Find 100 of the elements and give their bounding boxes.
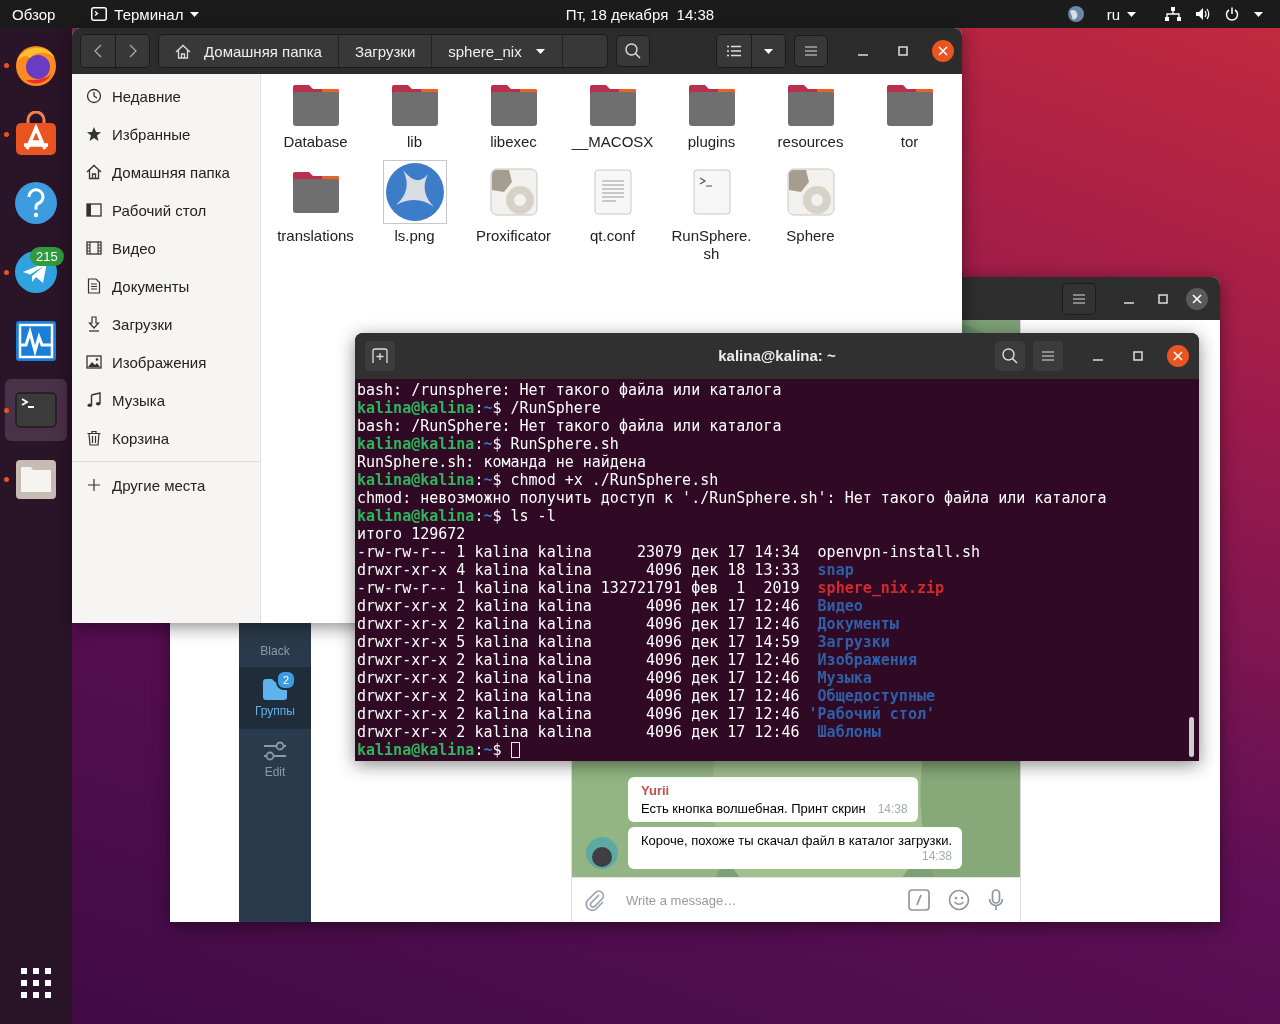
shopping-bag-icon — [13, 111, 59, 157]
file-item[interactable]: libexec — [464, 77, 563, 151]
message-text: Есть кнопка волшебная. Принт скрин — [641, 801, 866, 816]
paperclip-icon — [584, 889, 606, 911]
file-item[interactable]: Sphere — [761, 157, 860, 263]
terminal-line: bash: /RunSphere: Нет такого файла или каталога — [357, 417, 782, 435]
script-file-icon — [692, 169, 731, 215]
message-time: 14:38 — [922, 849, 953, 863]
text-file-icon — [593, 169, 632, 215]
forward-button[interactable] — [115, 35, 149, 67]
file-item[interactable]: Database — [266, 77, 365, 151]
path-segment[interactable]: sphere_nix — [432, 35, 563, 67]
search-icon — [1002, 348, 1018, 364]
terminal-line: kalina@kalina:~$ chmod +x ./RunSphere.sh — [357, 471, 719, 489]
sidebar-item[interactable]: Рабочий стол — [72, 191, 260, 229]
file-item[interactable]: plugins — [662, 77, 761, 151]
terminal-line: -rw-rw-r-- 1 kalina kalina 23079 дек 17 14:34 openvpn-install.sh — [357, 543, 981, 561]
clock[interactable]: Пт, 18 декабря 14:38 — [559, 1, 721, 27]
folder-tab[interactable]: Edit — [239, 729, 311, 791]
minimize-icon — [858, 54, 868, 56]
path-segment[interactable]: Загрузки — [338, 35, 433, 67]
activities-button[interactable]: Обзор — [6, 1, 62, 27]
network-icon — [1165, 7, 1181, 21]
file-item[interactable]: Proxificator — [464, 157, 563, 263]
folder-icon — [291, 170, 340, 214]
file-item[interactable]: __MACOSX — [563, 77, 662, 151]
list-view-button[interactable] — [717, 35, 751, 67]
new-tab-button[interactable] — [365, 341, 395, 371]
menu-icon — [1072, 292, 1086, 305]
file-item[interactable]: resources — [761, 77, 860, 151]
folder-icon — [291, 83, 340, 127]
file-item[interactable]: ls.png — [365, 157, 464, 263]
file-item[interactable]: lib — [365, 77, 464, 151]
caret-icon — [189, 9, 201, 19]
menu-icon — [804, 45, 818, 57]
scrollbar[interactable] — [1189, 717, 1194, 757]
unread-count: 2 — [276, 670, 296, 690]
file-item[interactable]: RunSphere.sh — [662, 157, 761, 263]
sidebar-item[interactable]: Музыка — [72, 381, 260, 419]
menu-button[interactable] — [1062, 282, 1096, 315]
sidebar-item[interactable]: Избранные — [72, 115, 260, 153]
sidebar-item[interactable]: Изображения — [72, 343, 260, 381]
file-item[interactable]: tor — [860, 77, 959, 151]
sidebar-item[interactable]: Документы — [72, 267, 260, 305]
view-options-button[interactable] — [751, 35, 785, 67]
terminal-line: drwxr-xr-x 2 kalina kalina 4096 дек 17 12:46 Изображения — [357, 651, 917, 669]
maximize-icon — [898, 46, 908, 56]
sliders-icon — [263, 741, 287, 761]
terminal-line: drwxr-xr-x 4 kalina kalina 4096 дек 18 13:33 snap — [357, 561, 854, 579]
sidebar-item[interactable]: Корзина — [72, 419, 260, 457]
terminal-line: kalina@kalina:~$ /RunSphere — [357, 399, 601, 417]
music-note-icon — [86, 392, 102, 408]
home-icon — [175, 43, 191, 59]
power-icon — [1225, 7, 1239, 21]
terminal-line: drwxr-xr-x 2 kalina kalina 4096 дек 17 12:46 Общедоступные — [357, 687, 935, 705]
file-item[interactable]: qt.conf — [563, 157, 662, 263]
menu-button[interactable] — [794, 35, 828, 67]
terminal-line: итого 129672 — [357, 525, 466, 543]
menu-button[interactable] — [1033, 341, 1063, 371]
terminal-line: chmod: невозможно получить доступ к './RunSphere.sh': Нет такого файла или каталога — [357, 489, 1107, 507]
language-menu[interactable]: ru — [1100, 1, 1143, 27]
maximize-icon — [1133, 351, 1143, 361]
folder-tab[interactable]: Black — [239, 623, 311, 667]
sidebar-item[interactable]: Домашняя папка — [72, 153, 260, 191]
close-icon — [938, 46, 948, 56]
document-icon — [86, 278, 102, 294]
app-grid-icon — [21, 968, 51, 998]
terminal-line: drwxr-xr-x 2 kalina kalina 4096 дек 17 12:46 Документы — [357, 615, 899, 633]
folder-icon — [786, 83, 835, 127]
volume-icon — [1195, 7, 1211, 21]
sidebar-item[interactable]: Другие места — [72, 466, 260, 504]
sidebar-item[interactable]: Видео — [72, 229, 260, 267]
minimize-icon — [1124, 301, 1134, 304]
terminal-line: drwxr-xr-x 2 kalina kalina 4096 дек 17 12:46 Шаблоны — [357, 723, 881, 741]
caret-icon — [1126, 9, 1137, 19]
emoji-icon — [948, 889, 970, 911]
sidebar-item[interactable]: Недавние — [72, 77, 260, 115]
search-button[interactable] — [995, 341, 1025, 371]
terminal-line: kalina@kalina:~$ RunSphere.sh — [357, 435, 619, 453]
file-item[interactable]: translations — [266, 157, 365, 263]
folder-icon — [489, 83, 538, 127]
folder-tab[interactable]: 2 Группы — [239, 667, 311, 729]
sender-name: Yurii — [641, 783, 671, 798]
unread-count: 215 — [30, 247, 64, 266]
image-thumbnail-icon — [382, 160, 447, 224]
close-icon — [1192, 293, 1202, 304]
folder-icon — [390, 83, 439, 127]
search-button[interactable] — [615, 35, 650, 67]
sidebar-item[interactable]: Загрузки — [72, 305, 260, 343]
close-button[interactable] — [1186, 287, 1208, 310]
path-segment[interactable]: Домашняя папка — [159, 35, 339, 67]
caret-icon — [763, 46, 774, 56]
maximize-icon — [1158, 293, 1168, 304]
close-button[interactable] — [932, 40, 954, 62]
gear-icon — [489, 168, 538, 216]
download-icon — [86, 316, 102, 332]
app-menu[interactable]: Терминал — [85, 1, 207, 27]
search-icon — [624, 43, 641, 59]
close-button[interactable] — [1167, 345, 1189, 367]
folder-icon — [885, 83, 934, 127]
